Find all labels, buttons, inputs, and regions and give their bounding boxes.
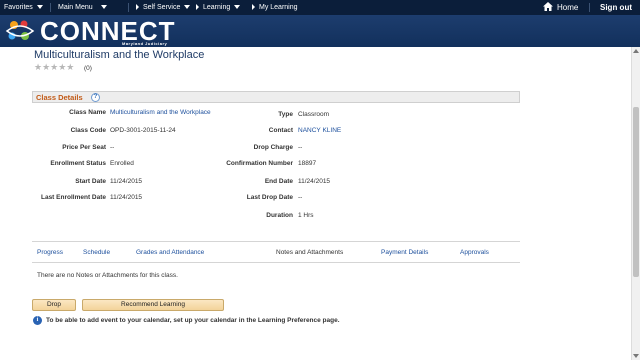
sign-out-link[interactable]: Sign out <box>600 0 632 15</box>
class-details-header: Class Details ? <box>32 91 520 103</box>
duration-label: Duration <box>266 212 293 219</box>
confirmation-number-value: 18897 <box>298 160 317 167</box>
drop-charge-value: -- <box>298 144 303 151</box>
last-drop-date-label: Last Drop Date <box>246 194 293 201</box>
brand-subtitle: Maryland Judiciary <box>122 41 168 46</box>
start-date-value: 11/24/2015 <box>110 178 143 185</box>
notes-empty-message: There are no Notes or Attachments for th… <box>37 272 178 279</box>
breadcrumb-my-learning[interactable]: My Learning <box>252 0 298 15</box>
breadcrumb-learning[interactable]: Learning <box>196 0 241 15</box>
type-label: Type <box>278 111 293 118</box>
class-details-title: Class Details <box>36 93 83 102</box>
price-per-seat-label: Price Per Seat <box>62 144 106 151</box>
class-name-label: Class Name <box>69 109 106 116</box>
info-icon: i <box>33 316 42 325</box>
contact-label: Contact <box>268 127 293 134</box>
connect-logo-icon <box>5 20 35 40</box>
end-date-label: End Date <box>264 178 293 185</box>
my-learning-label: My Learning <box>259 4 298 11</box>
rating-stars[interactable]: ★★★★★ <box>34 62 74 73</box>
rating-count: (0) <box>84 65 92 72</box>
main-menu-label: Main Menu <box>58 4 93 11</box>
vertical-scrollbar[interactable] <box>631 47 640 360</box>
duration-value: 1 Hrs <box>298 212 314 219</box>
tab-grades-and-attendance[interactable]: Grades and Attendance <box>136 249 204 256</box>
last-enrollment-date-label: Last Enrollment Date <box>40 194 106 201</box>
chevron-right-icon <box>196 4 199 11</box>
price-per-seat-value: -- <box>110 144 115 151</box>
chevron-down-icon <box>36 5 43 10</box>
tab-progress[interactable]: Progress <box>37 249 63 256</box>
home-icon <box>543 2 553 11</box>
chevron-right-icon <box>252 4 255 11</box>
page-title: Multiculturalism and the Workplace <box>34 49 205 61</box>
end-date-value: 11/24/2015 <box>298 178 331 185</box>
help-icon[interactable]: ? <box>91 93 100 102</box>
enrollment-status-label: Enrollment Status <box>50 160 106 167</box>
scroll-down-icon[interactable] <box>633 354 639 358</box>
self-service-label: Self Service <box>143 4 181 11</box>
scroll-thumb[interactable] <box>633 107 639 277</box>
tab-approvals[interactable]: Approvals <box>460 249 489 256</box>
favorites-menu[interactable]: Favorites <box>4 0 43 15</box>
drop-button[interactable]: Drop <box>32 299 76 311</box>
tab-notes-and-attachments[interactable]: Notes and Attachments <box>276 249 343 256</box>
drop-charge-label: Drop Charge <box>253 144 293 151</box>
start-date-label: Start Date <box>75 178 106 185</box>
home-label: Home <box>557 3 579 12</box>
header-banner: CONNECT Maryland Judiciary <box>0 15 640 47</box>
chevron-down-icon <box>100 5 107 10</box>
chevron-down-icon <box>184 5 191 10</box>
calendar-info-text: To be able to add event to your calendar… <box>46 317 340 324</box>
main-menu[interactable]: Main Menu <box>58 0 107 15</box>
menu-divider <box>589 3 590 12</box>
menu-divider <box>50 3 51 12</box>
home-link[interactable]: Home <box>543 0 578 15</box>
class-name-link[interactable]: Multiculturalism and the Workplace <box>110 109 211 116</box>
enrollment-status-value: Enrolled <box>110 160 134 167</box>
chevron-right-icon <box>136 4 139 11</box>
scroll-up-icon[interactable] <box>633 49 639 53</box>
tab-schedule[interactable]: Schedule <box>83 249 110 256</box>
contact-link[interactable]: NANCY KLINE <box>298 127 341 134</box>
top-menu-bar: Favorites Main Menu Self Service Learnin… <box>0 0 640 15</box>
class-code-label: Class Code <box>70 127 106 134</box>
breadcrumb-self-service[interactable]: Self Service <box>136 0 191 15</box>
menu-divider <box>128 3 129 12</box>
last-enrollment-date-value: 11/24/2015 <box>110 194 143 201</box>
chevron-down-icon <box>234 5 241 10</box>
detail-tabs: Progress Schedule Grades and Attendance … <box>32 241 520 263</box>
recommend-learning-button[interactable]: Recommend Learning <box>82 299 224 311</box>
last-drop-date-value: -- <box>298 194 303 201</box>
type-value: Classroom <box>298 111 330 118</box>
tab-payment-details[interactable]: Payment Details <box>381 249 428 256</box>
learning-label: Learning <box>203 4 231 11</box>
confirmation-number-label: Confirmation Number <box>226 160 293 167</box>
favorites-label: Favorites <box>4 4 33 11</box>
class-code-value: OPD-3001-2015-11-24 <box>110 127 176 134</box>
